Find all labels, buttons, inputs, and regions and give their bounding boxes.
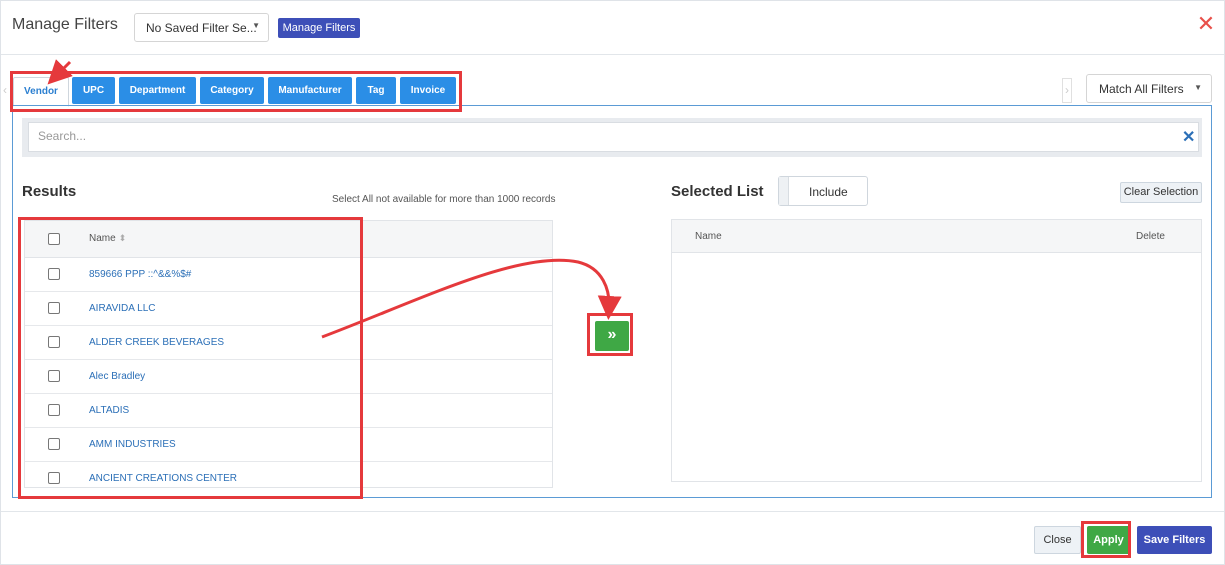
results-heading: Results	[22, 183, 77, 200]
selected-name-column-header: Name	[695, 231, 722, 242]
row-checkbox[interactable]	[48, 472, 60, 484]
chevron-down-icon: ▼	[252, 21, 260, 30]
row-checkbox[interactable]	[48, 370, 60, 382]
results-table: Name ⬍ 859666 PPP ::^&&%$# AIRAVIDA LLC A…	[24, 220, 553, 488]
table-row: AIRAVIDA LLC	[25, 292, 552, 326]
apply-button[interactable]: Apply	[1087, 526, 1130, 554]
close-icon[interactable]: ✕	[1196, 13, 1216, 35]
table-row: ANCIENT CREATIONS CENTER	[25, 462, 552, 496]
clear-selection-button[interactable]: Clear Selection	[1120, 182, 1202, 203]
row-checkbox[interactable]	[48, 404, 60, 416]
name-column-label: Name	[89, 233, 116, 244]
tab-manufacturer[interactable]: Manufacturer	[268, 77, 352, 104]
row-checkbox[interactable]	[48, 336, 60, 348]
table-row: AMM INDUSTRIES	[25, 428, 552, 462]
tabs-scroll-right-icon[interactable]: ›	[1062, 78, 1072, 103]
close-button[interactable]: Close	[1034, 526, 1081, 554]
match-filters-select-value: Match All Filters	[1099, 82, 1184, 96]
selected-table-header: Name Delete	[672, 220, 1201, 253]
vendor-link[interactable]: ALTADIS	[89, 405, 129, 416]
tab-category[interactable]: Category	[200, 77, 264, 104]
toggle-knob	[779, 177, 789, 205]
saved-filter-select[interactable]: No Saved Filter Se... ▼	[134, 13, 269, 42]
include-toggle[interactable]: Include	[778, 176, 868, 206]
vendor-link[interactable]: 859666 PPP ::^&&%$#	[89, 269, 191, 280]
footer-divider	[1, 511, 1224, 512]
manage-filters-dialog: Manage Filters No Saved Filter Se... ▼ M…	[0, 0, 1225, 565]
table-row: ALTADIS	[25, 394, 552, 428]
sort-icon: ⬍	[118, 233, 127, 243]
move-to-selected-button[interactable]: »	[595, 321, 629, 351]
search-placeholder: Search...	[38, 129, 87, 143]
tab-tag[interactable]: Tag	[356, 77, 396, 104]
tab-department[interactable]: Department	[119, 77, 196, 104]
vendor-link[interactable]: ANCIENT CREATIONS CENTER	[89, 473, 237, 484]
vendor-link[interactable]: AMM INDUSTRIES	[89, 439, 176, 450]
results-note: Select All not available for more than 1…	[332, 194, 556, 205]
selected-table: Name Delete	[671, 219, 1202, 482]
tab-vendor[interactable]: Vendor	[13, 77, 69, 107]
selected-list-heading: Selected List	[671, 183, 764, 200]
name-column-header[interactable]: Name ⬍	[89, 233, 126, 244]
delete-column-header: Delete	[1136, 231, 1165, 242]
tab-invoice[interactable]: Invoice	[400, 77, 456, 104]
save-filters-button[interactable]: Save Filters	[1137, 526, 1212, 554]
vendor-link[interactable]: AIRAVIDA LLC	[89, 303, 156, 314]
vendor-link[interactable]: ALDER CREEK BEVERAGES	[89, 337, 224, 348]
manage-filters-button[interactable]: Manage Filters	[278, 18, 360, 38]
saved-filter-select-value: No Saved Filter Se...	[146, 21, 257, 35]
tab-upc[interactable]: UPC	[72, 77, 115, 104]
dialog-title: Manage Filters	[12, 16, 118, 33]
chevron-down-icon: ▼	[1194, 83, 1202, 92]
tabs-scroll-left-icon[interactable]: ‹	[3, 83, 11, 97]
table-row: Alec Bradley	[25, 360, 552, 394]
match-filters-select[interactable]: Match All Filters ▼	[1086, 74, 1212, 103]
row-checkbox[interactable]	[48, 302, 60, 314]
row-checkbox[interactable]	[48, 268, 60, 280]
vendor-link[interactable]: Alec Bradley	[89, 371, 145, 382]
select-all-checkbox[interactable]	[48, 233, 60, 245]
include-label: Include	[809, 185, 848, 199]
dialog-header: Manage Filters No Saved Filter Se... ▼ M…	[1, 1, 1224, 55]
row-checkbox[interactable]	[48, 438, 60, 450]
search-input[interactable]	[28, 122, 1199, 152]
clear-search-icon[interactable]: ✕	[1182, 127, 1195, 147]
table-row: ALDER CREEK BEVERAGES	[25, 326, 552, 360]
table-row: 859666 PPP ::^&&%$#	[25, 258, 552, 292]
results-table-header: Name ⬍	[25, 221, 552, 258]
